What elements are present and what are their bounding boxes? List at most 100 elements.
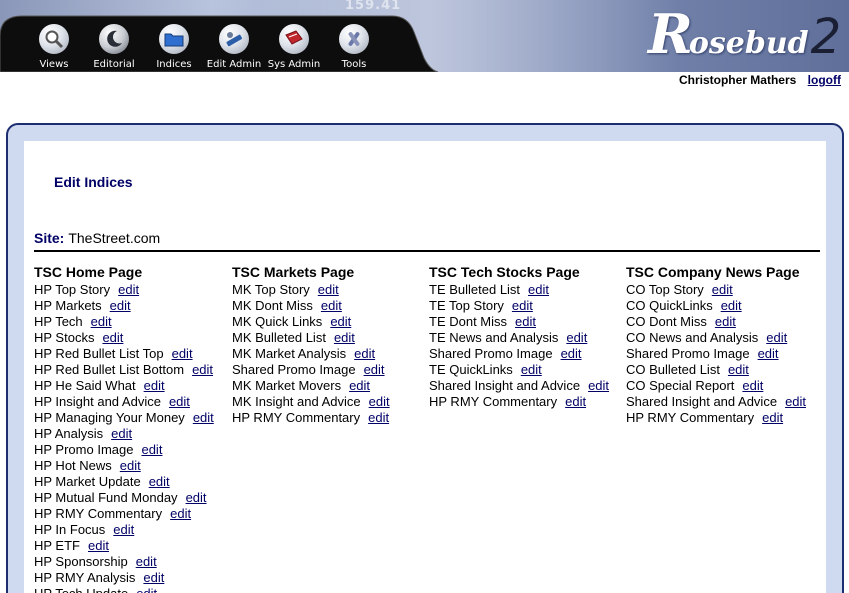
edit-link[interactable]: edit <box>88 538 109 553</box>
divider <box>34 250 820 252</box>
edit-link[interactable]: edit <box>149 474 170 489</box>
edit-link[interactable]: edit <box>141 442 162 457</box>
edit-link[interactable]: edit <box>118 282 139 297</box>
index-item: HP ETF edit <box>34 538 214 554</box>
edit-link[interactable]: edit <box>742 378 763 393</box>
index-item: MK Market Movers edit <box>232 378 390 394</box>
edit-link[interactable]: edit <box>91 314 112 329</box>
edit-link[interactable]: edit <box>715 314 736 329</box>
edit-link[interactable]: edit <box>318 282 339 297</box>
edit-link[interactable]: edit <box>528 282 549 297</box>
tools-icon <box>219 24 249 54</box>
index-item: TE Bulleted List edit <box>429 282 609 298</box>
edit-link[interactable]: edit <box>588 378 609 393</box>
column-title: TSC Company News Page <box>626 264 800 280</box>
index-item: CO Dont Miss edit <box>626 314 806 330</box>
toolbar-editorial-button[interactable]: Editorial <box>84 24 144 72</box>
edit-link[interactable]: edit <box>102 330 123 345</box>
index-item: HP Analysis edit <box>34 426 214 442</box>
edit-link[interactable]: edit <box>762 410 783 425</box>
edit-link[interactable]: edit <box>330 314 351 329</box>
app-logo: Rosebud2 <box>648 2 843 66</box>
index-item-name: MK Dont Miss <box>232 298 313 313</box>
index-item-name: MK Bulleted List <box>232 330 326 345</box>
index-item: MK Top Story edit <box>232 282 390 298</box>
edit-link[interactable]: edit <box>143 570 164 585</box>
edit-link[interactable]: edit <box>120 458 141 473</box>
index-item-name: HP Hot News <box>34 458 112 473</box>
index-item-name: HP Managing Your Money <box>34 410 185 425</box>
logo-rest: osebud <box>688 26 809 61</box>
edit-link[interactable]: edit <box>354 346 375 361</box>
edit-link[interactable]: edit <box>515 314 536 329</box>
edit-link[interactable]: edit <box>721 298 742 313</box>
index-list: HP Top Story edit HP Markets edit HP Tech edi… <box>34 282 214 593</box>
edit-link[interactable]: edit <box>566 330 587 345</box>
edit-link[interactable]: edit <box>144 378 165 393</box>
index-item-name: Shared Promo Image <box>232 362 356 377</box>
index-item: HP Managing Your Money edit <box>34 410 214 426</box>
toolbar-sys-admin-button[interactable]: Sys Admin <box>264 24 324 72</box>
index-item: HP Tech Update edit <box>34 586 214 593</box>
edit-link[interactable]: edit <box>561 346 582 361</box>
edit-link[interactable]: edit <box>334 330 355 345</box>
index-item-name: HP In Focus <box>34 522 106 537</box>
index-item: Shared Promo Image edit <box>232 362 390 378</box>
index-item-name: CO QuickLinks <box>626 298 713 313</box>
index-item: TE Dont Miss edit <box>429 314 609 330</box>
index-item-name: HP Red Bullet List Top <box>34 346 164 361</box>
toolbar-views-button[interactable]: Views <box>24 24 84 72</box>
header-background-digits: 159.41 <box>345 0 402 13</box>
edit-link[interactable]: edit <box>565 394 586 409</box>
index-item: HP RMY Commentary edit <box>232 410 390 426</box>
index-item-name: Shared Promo Image <box>626 346 750 361</box>
index-item-name: HP RMY Commentary <box>626 410 755 425</box>
edit-link[interactable]: edit <box>172 346 193 361</box>
index-item-name: CO Dont Miss <box>626 314 707 329</box>
index-item: HP Red Bullet List Top edit <box>34 346 214 362</box>
index-item-name: TE Bulleted List <box>429 282 521 297</box>
edit-link[interactable]: edit <box>186 490 207 505</box>
index-item: MK Market Analysis edit <box>232 346 390 362</box>
edit-link[interactable]: edit <box>193 410 214 425</box>
index-item-name: TE QuickLinks <box>429 362 513 377</box>
edit-link[interactable]: edit <box>192 362 213 377</box>
edit-link[interactable]: edit <box>512 298 533 313</box>
magnifier-icon <box>39 24 69 54</box>
edit-link[interactable]: edit <box>110 298 131 313</box>
index-item-name: MK Quick Links <box>232 314 323 329</box>
index-item: HP Sponsorship edit <box>34 554 214 570</box>
edit-link[interactable]: edit <box>758 346 779 361</box>
logoff-link[interactable]: logoff <box>808 73 841 87</box>
site-label: Site: <box>34 230 65 246</box>
index-item: HP RMY Commentary edit <box>626 410 806 426</box>
index-item-name: Shared Insight and Advice <box>626 394 778 409</box>
toolbar-indices-button[interactable]: Indices <box>144 24 204 72</box>
toolbar-edit-admin-button[interactable]: Edit Admin <box>204 24 264 72</box>
index-item-name: CO Bulleted List <box>626 362 720 377</box>
edit-link[interactable]: edit <box>349 378 370 393</box>
index-column-markets: TSC Markets Page MK Top Story edit MK Dont… <box>232 264 390 426</box>
edit-link[interactable]: edit <box>728 362 749 377</box>
edit-link[interactable]: edit <box>321 298 342 313</box>
index-item: Shared Promo Image edit <box>626 346 806 362</box>
edit-link[interactable]: edit <box>368 410 389 425</box>
edit-link[interactable]: edit <box>766 330 787 345</box>
edit-link[interactable]: edit <box>136 586 157 593</box>
index-column-home: TSC Home Page HP Top Story edit HP Markets… <box>34 264 214 593</box>
edit-link[interactable]: edit <box>169 394 190 409</box>
toolbar-sys-admin-label: Sys Admin <box>267 59 321 70</box>
toolbar-tools-button[interactable]: Tools <box>324 24 384 72</box>
index-item-name: Shared Insight and Advice <box>429 378 581 393</box>
edit-link[interactable]: edit <box>521 362 542 377</box>
edit-link[interactable]: edit <box>136 554 157 569</box>
edit-link[interactable]: edit <box>170 506 191 521</box>
index-item: HP Promo Image edit <box>34 442 214 458</box>
edit-link[interactable]: edit <box>111 426 132 441</box>
edit-link[interactable]: edit <box>364 362 385 377</box>
edit-link[interactable]: edit <box>113 522 134 537</box>
edit-link[interactable]: edit <box>785 394 806 409</box>
edit-link[interactable]: edit <box>712 282 733 297</box>
edit-link[interactable]: edit <box>369 394 390 409</box>
site-line: Site: TheStreet.com <box>34 230 160 246</box>
